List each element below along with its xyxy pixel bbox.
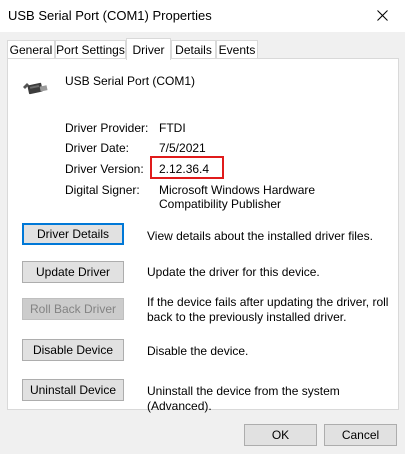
ok-button[interactable]: OK: [244, 424, 317, 446]
disable-device-description: Disable the device.: [147, 344, 249, 358]
device-name: USB Serial Port (COM1): [65, 74, 196, 88]
window-title: USB Serial Port (COM1) Properties: [8, 8, 212, 23]
update-driver-button[interactable]: Update Driver: [22, 261, 124, 283]
roll-back-driver-button: Roll Back Driver: [22, 298, 124, 320]
driver-version-label: Driver Version:: [65, 162, 144, 176]
driver-details-description: View details about the installed driver …: [147, 229, 373, 243]
version-highlight-box: [150, 156, 224, 179]
update-driver-description: Update the driver for this device.: [147, 265, 320, 279]
tab-port-settings[interactable]: Port Settings: [55, 40, 126, 59]
driver-details-button[interactable]: Driver Details: [22, 223, 124, 245]
tab-events[interactable]: Events: [216, 40, 258, 59]
uninstall-device-description: Uninstall the device from the system (Ad…: [147, 384, 340, 413]
uninstall-device-button[interactable]: Uninstall Device: [22, 379, 124, 401]
properties-dialog: USB Serial Port (COM1) Properties Genera…: [0, 0, 405, 454]
usb-serial-port-icon: [23, 82, 48, 95]
driver-provider-label: Driver Provider:: [65, 121, 149, 135]
tab-driver[interactable]: Driver: [126, 38, 171, 60]
cancel-button[interactable]: Cancel: [324, 424, 397, 446]
close-icon: [376, 9, 388, 21]
roll-back-driver-description: If the device fails after updating the d…: [147, 295, 389, 324]
driver-date-value: 7/5/2021: [159, 141, 206, 155]
driver-provider-value: FTDI: [159, 121, 186, 135]
driver-date-label: Driver Date:: [65, 141, 130, 155]
close-button[interactable]: [359, 0, 405, 30]
disable-device-button[interactable]: Disable Device: [22, 339, 124, 361]
driver-tab-panel: USB Serial Port (COM1) Driver Provider: …: [7, 58, 399, 413]
tab-general[interactable]: General: [7, 40, 55, 59]
title-bar: USB Serial Port (COM1) Properties: [0, 0, 405, 32]
tab-details[interactable]: Details: [171, 40, 216, 59]
digital-signer-label: Digital Signer:: [65, 183, 140, 197]
digital-signer-value: Microsoft Windows Hardware Compatibility…: [159, 183, 316, 211]
